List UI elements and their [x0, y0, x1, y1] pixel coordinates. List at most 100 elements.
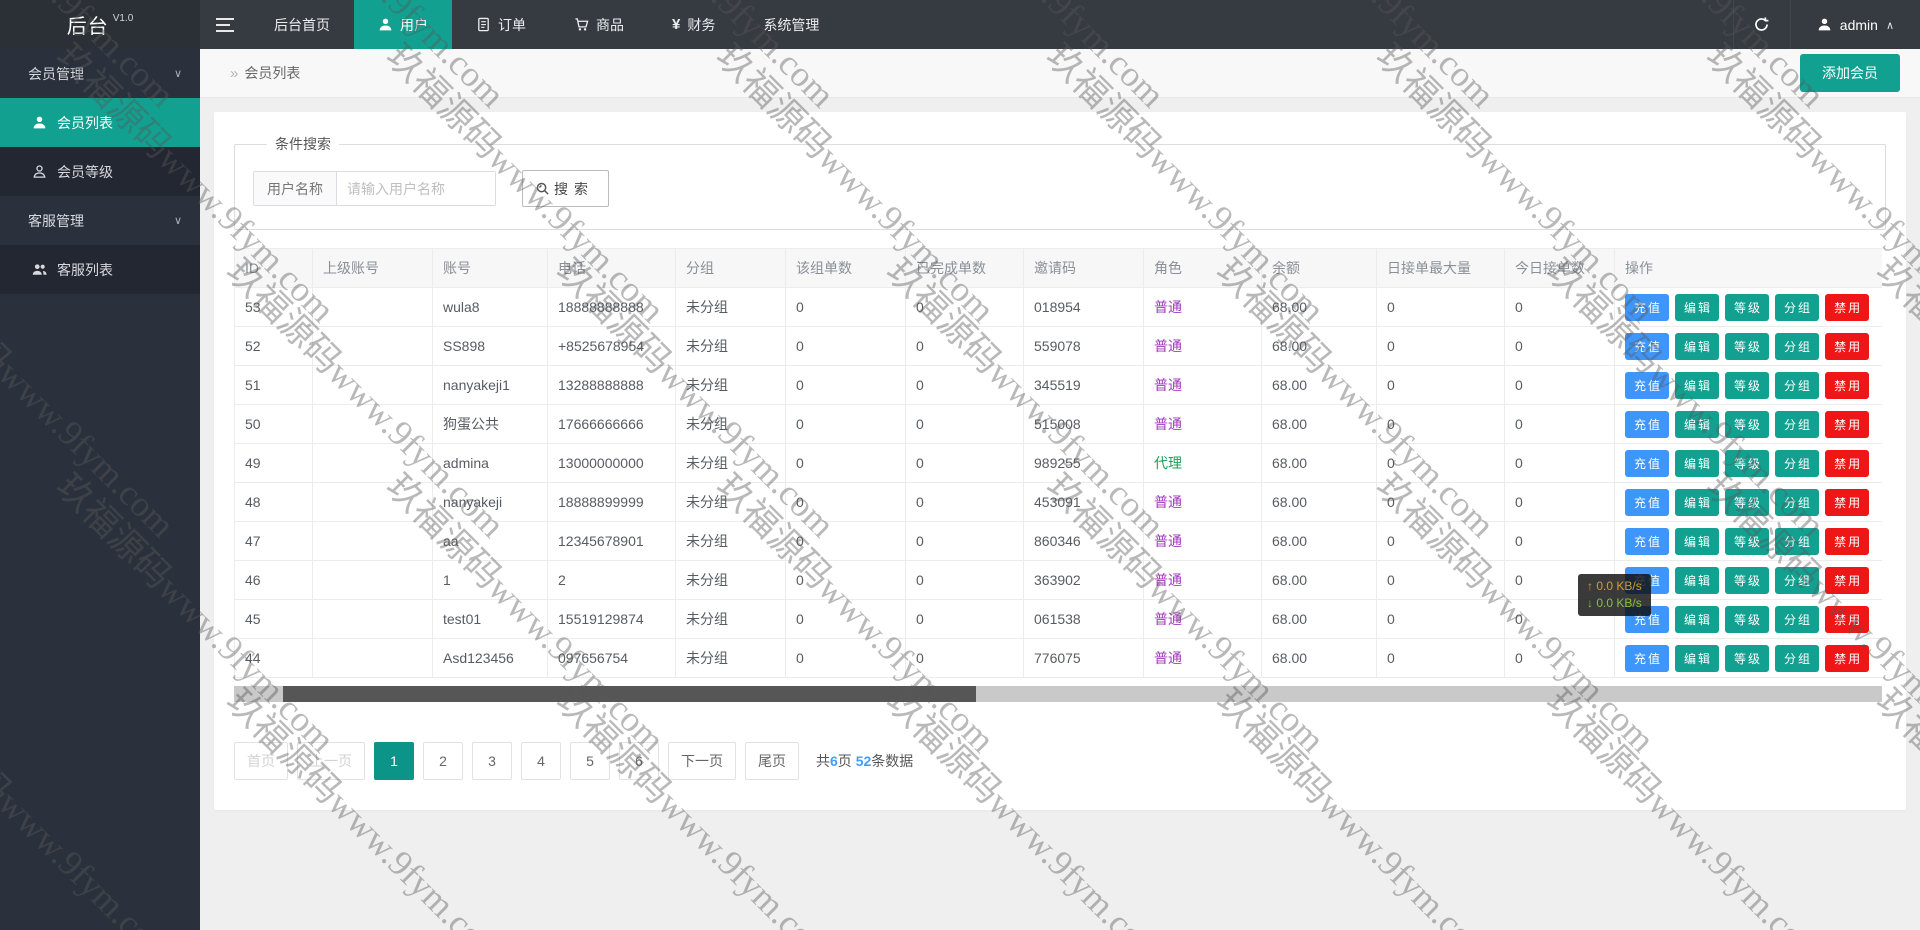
sidebar-item-会员管理[interactable]: 会员管理 ∨: [0, 49, 200, 98]
cell-invite: 860346: [1023, 521, 1144, 561]
hscrollbar-thumb[interactable]: [283, 686, 976, 702]
nav-item-商品[interactable]: 商品: [550, 0, 648, 49]
pager-page-6[interactable]: 6: [619, 742, 659, 780]
pager-page-5[interactable]: 5: [570, 742, 610, 780]
pager-prev[interactable]: 上一页: [297, 742, 365, 780]
cell-done_orders: 0: [905, 599, 1024, 639]
main-content: » 会员列表 添加会员 条件搜索 用户名称 搜索: [200, 49, 1920, 930]
disable-button[interactable]: 禁用: [1825, 449, 1870, 477]
cell-id: 51: [234, 365, 313, 405]
edit-button[interactable]: 编辑: [1675, 449, 1720, 477]
group-button[interactable]: 分组: [1775, 605, 1820, 633]
disable-button[interactable]: 禁用: [1825, 371, 1870, 399]
group-button[interactable]: 分组: [1775, 566, 1820, 594]
pager-next[interactable]: 下一页: [668, 742, 736, 780]
pager-page-3[interactable]: 3: [472, 742, 512, 780]
edit-button[interactable]: 编辑: [1675, 566, 1720, 594]
group-button[interactable]: 分组: [1775, 410, 1820, 438]
cell-account: wula8: [432, 287, 548, 327]
level-button[interactable]: 等级: [1725, 605, 1770, 633]
level-button[interactable]: 等级: [1725, 332, 1770, 360]
nav-item-后台首页[interactable]: 后台首页: [250, 0, 354, 49]
edit-button[interactable]: 编辑: [1675, 644, 1720, 672]
edit-button[interactable]: 编辑: [1675, 293, 1720, 321]
cell-daily_max: 0: [1376, 326, 1505, 366]
sidebar-item-客服管理[interactable]: 客服管理 ∨: [0, 196, 200, 245]
pager-last[interactable]: 尾页: [745, 742, 799, 780]
disable-button[interactable]: 禁用: [1825, 605, 1870, 633]
caret-up-icon: ∧: [1885, 20, 1894, 32]
cell-daily_max: 0: [1376, 287, 1505, 327]
level-button[interactable]: 等级: [1725, 488, 1770, 516]
cell-actions: 充值编辑等级分组禁用: [1614, 560, 1882, 600]
sidebar-item-客服列表[interactable]: 客服列表: [0, 245, 200, 294]
username-input[interactable]: [337, 172, 495, 205]
edit-button[interactable]: 编辑: [1675, 332, 1720, 360]
horizontal-scrollbar[interactable]: [234, 686, 1882, 702]
group-button[interactable]: 分组: [1775, 644, 1820, 672]
level-button[interactable]: 等级: [1725, 644, 1770, 672]
edit-button[interactable]: 编辑: [1675, 410, 1720, 438]
pager-page-1[interactable]: 1: [374, 742, 414, 780]
recharge-button[interactable]: 充值: [1625, 410, 1670, 438]
pager-first[interactable]: 首页: [234, 742, 288, 780]
cell-phone: 13000000000: [547, 443, 676, 483]
level-button[interactable]: 等级: [1725, 293, 1770, 321]
cell-invite: 515008: [1023, 404, 1144, 444]
recharge-button[interactable]: 充值: [1625, 488, 1670, 516]
edit-button[interactable]: 编辑: [1675, 527, 1720, 555]
edit-button[interactable]: 编辑: [1675, 488, 1720, 516]
cell-balance: 68.00: [1261, 521, 1377, 561]
disable-button[interactable]: 禁用: [1825, 527, 1870, 555]
cell-id: 48: [234, 482, 313, 522]
col-header: 上级账号: [312, 248, 433, 288]
cell-account: nanyakeji: [432, 482, 548, 522]
user-menu[interactable]: admin ∧: [1791, 0, 1920, 49]
sidebar-item-会员列表[interactable]: 会员列表: [0, 98, 200, 147]
disable-button[interactable]: 禁用: [1825, 644, 1870, 672]
group-button[interactable]: 分组: [1775, 293, 1820, 321]
cell-today: 0: [1504, 443, 1615, 483]
disable-button[interactable]: 禁用: [1825, 332, 1870, 360]
recharge-button[interactable]: 充值: [1625, 371, 1670, 399]
sidebar-item-会员等级[interactable]: 会员等级: [0, 147, 200, 196]
nav-item-系统管理[interactable]: 系统管理: [739, 0, 843, 49]
search-button[interactable]: 搜索: [522, 170, 609, 207]
cell-phone: 2: [547, 560, 676, 600]
level-button[interactable]: 等级: [1725, 410, 1770, 438]
cell-group_orders: 0: [785, 326, 906, 366]
recharge-button[interactable]: 充值: [1625, 332, 1670, 360]
refresh-button[interactable]: [1732, 0, 1791, 49]
nav-item-订单[interactable]: 订单: [452, 0, 550, 49]
cell-role: 普通: [1143, 638, 1262, 678]
hamburger-menu-icon[interactable]: [200, 0, 250, 49]
group-button[interactable]: 分组: [1775, 371, 1820, 399]
level-button[interactable]: 等级: [1725, 527, 1770, 555]
group-button[interactable]: 分组: [1775, 488, 1820, 516]
level-button[interactable]: 等级: [1725, 566, 1770, 594]
nav-item-用户[interactable]: 用户: [354, 0, 452, 49]
recharge-button[interactable]: 充值: [1625, 644, 1670, 672]
disable-button[interactable]: 禁用: [1825, 488, 1870, 516]
group-button[interactable]: 分组: [1775, 449, 1820, 477]
add-member-button[interactable]: 添加会员: [1800, 54, 1900, 92]
cell-parent: [312, 404, 433, 444]
pager-page-4[interactable]: 4: [521, 742, 561, 780]
level-button[interactable]: 等级: [1725, 371, 1770, 399]
cell-phone: 18888888888: [547, 287, 676, 327]
recharge-button[interactable]: 充值: [1625, 527, 1670, 555]
recharge-button[interactable]: 充值: [1625, 449, 1670, 477]
disable-button[interactable]: 禁用: [1825, 293, 1870, 321]
group-button[interactable]: 分组: [1775, 332, 1820, 360]
group-button[interactable]: 分组: [1775, 527, 1820, 555]
nav-item-财务[interactable]: ¥ 财务: [648, 0, 739, 49]
edit-button[interactable]: 编辑: [1675, 371, 1720, 399]
level-button[interactable]: 等级: [1725, 449, 1770, 477]
disable-button[interactable]: 禁用: [1825, 410, 1870, 438]
pager-page-2[interactable]: 2: [423, 742, 463, 780]
edit-button[interactable]: 编辑: [1675, 605, 1720, 633]
cell-balance: 68.00: [1261, 560, 1377, 600]
recharge-button[interactable]: 充值: [1625, 293, 1670, 321]
refresh-icon: [1755, 17, 1769, 31]
disable-button[interactable]: 禁用: [1825, 566, 1870, 594]
